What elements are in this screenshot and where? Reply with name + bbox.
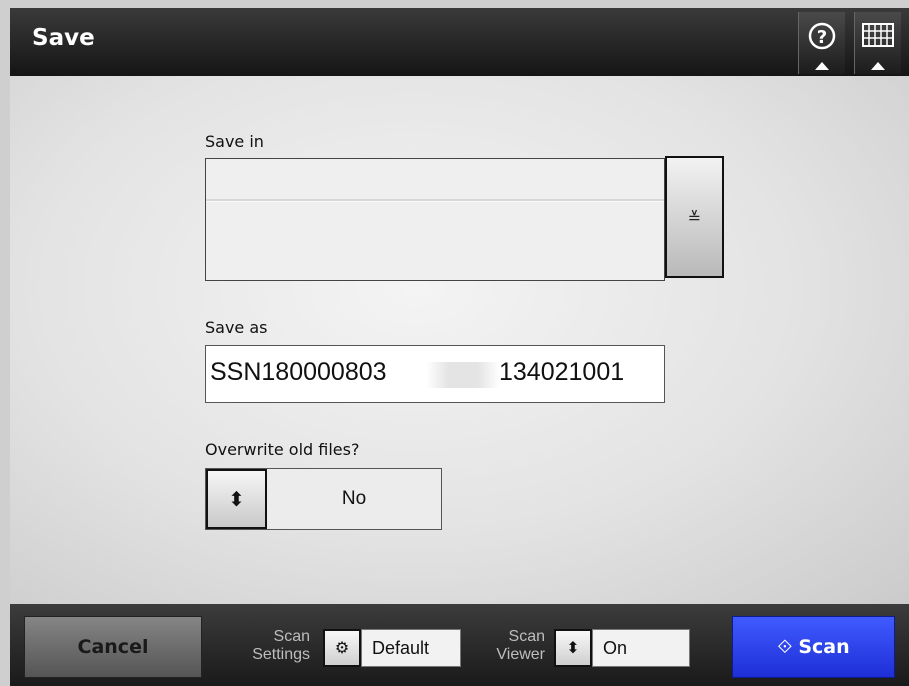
save-as-label: Save as [205, 318, 268, 337]
save-in-row-divider [206, 199, 664, 202]
save-in-dropdown-button[interactable]: ≚ [665, 156, 724, 278]
scan-viewer-label-line1: Scan [508, 628, 545, 645]
save-as-value-prefix: SSN180000803 [210, 358, 387, 386]
save-in-label: Save in [205, 132, 264, 151]
main-panel: Save in ≚ Save as SSN180000803 134021001… [10, 76, 909, 604]
keyboard-icon [862, 23, 894, 70]
keyboard-button[interactable] [854, 12, 901, 74]
scan-viewer-label-line2: Viewer [496, 646, 545, 663]
scan-settings-label: Scan Settings [230, 628, 310, 664]
scan-button-label: Scan [798, 636, 850, 658]
help-button[interactable]: ? [798, 12, 845, 74]
save-as-input[interactable]: SSN180000803 134021001 [205, 345, 665, 403]
header-bar: Save ? [10, 8, 909, 76]
scan-settings-label-line1: Scan [273, 628, 310, 645]
overwrite-value: No [341, 488, 367, 509]
scan-viewer-label: Scan Viewer [465, 628, 545, 664]
footer-bar: Cancel Scan Settings ⚙ Default Scan View… [10, 604, 909, 686]
scan-viewer-toggle-button[interactable]: ⬍ [554, 629, 592, 667]
window-frame: Save ? Save in ≚ Save as SSN180000803 13… [0, 0, 909, 686]
up-down-arrow-icon: ⬍ [566, 638, 580, 657]
cancel-button[interactable]: Cancel [24, 616, 202, 678]
svg-text:?: ? [817, 27, 827, 48]
up-down-arrow-icon: ⬍ [228, 487, 245, 511]
scan-settings-value[interactable]: Default [361, 629, 461, 667]
page-title: Save [32, 25, 95, 51]
overwrite-selector[interactable]: ⬍ No [205, 468, 442, 530]
scan-button[interactable]: ⟐ Scan [732, 616, 895, 678]
scan-settings-label-line2: Settings [252, 646, 310, 663]
redacted-blur [426, 362, 500, 388]
help-icon: ? [808, 22, 836, 70]
scan-icon: ⟐ [777, 636, 793, 658]
overwrite-toggle-button[interactable]: ⬍ [206, 469, 267, 529]
save-in-list[interactable] [205, 158, 665, 281]
gear-icon: ⚙ [334, 638, 350, 657]
dropdown-arrow-icon: ≚ [687, 208, 702, 227]
overwrite-label: Overwrite old files? [205, 440, 360, 459]
scan-viewer-value[interactable]: On [592, 629, 690, 667]
save-as-value-suffix: 134021001 [499, 358, 625, 386]
scan-settings-button[interactable]: ⚙ [323, 629, 361, 667]
